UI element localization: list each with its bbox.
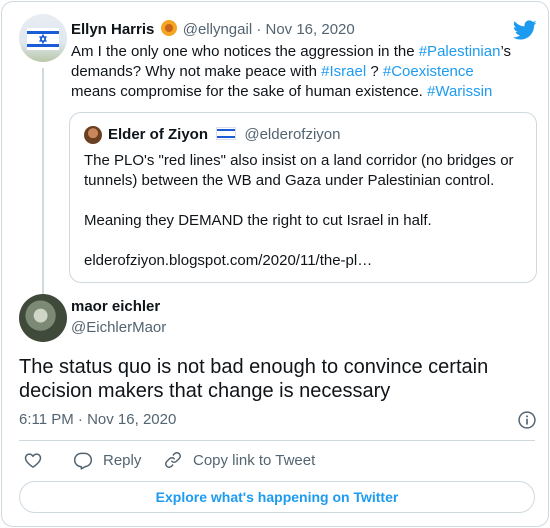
quoted-avatar[interactable] — [84, 126, 102, 144]
hashtag-palestinian[interactable]: #Palestinian — [419, 43, 501, 60]
explore-button[interactable]: Explore what's happening on Twitter — [19, 481, 535, 513]
tweet-date: Nov 16, 2020 — [87, 411, 177, 428]
avatar[interactable] — [19, 14, 67, 62]
hashtag-israel[interactable]: #Israel — [321, 63, 366, 80]
reply-icon — [73, 452, 93, 470]
twitter-bird-icon[interactable] — [513, 18, 537, 42]
author-handle[interactable]: @ellyngail — [183, 21, 252, 38]
reply-label: Reply — [103, 451, 142, 469]
hashtag-warissin[interactable]: #Warissin — [427, 83, 492, 100]
quoted-author-name: Elder of Ziyon — [108, 126, 209, 143]
like-button[interactable] — [23, 450, 43, 470]
text-segment: Am I the only one who notices the aggres… — [71, 43, 419, 60]
author-handle[interactable]: @EichlerMaor — [71, 319, 166, 336]
link-icon — [165, 452, 181, 468]
author-name[interactable]: Ellyn Harris — [71, 21, 154, 38]
hashtag-coexistence[interactable]: #Coexistence — [383, 63, 474, 80]
separator: · — [77, 411, 83, 428]
avatar[interactable] — [19, 294, 67, 342]
heart-icon — [24, 453, 42, 468]
copy-link-button[interactable]: Copy link to Tweet — [163, 450, 315, 470]
quoted-text: The PLO's "red lines" also insist on a l… — [84, 151, 524, 271]
israel-flag-avatar-icon — [27, 28, 59, 50]
tweet-date[interactable]: Nov 16, 2020 — [266, 21, 355, 38]
copy-link-label: Copy link to Tweet — [193, 451, 316, 469]
tweet-timestamp[interactable]: 6:11 PM · Nov 16, 2020 — [19, 411, 176, 428]
tweet-text: Am I the only one who notices the aggres… — [71, 42, 521, 102]
quoted-tweet[interactable]: Elder of Ziyon @elderofziyon The PLO's "… — [69, 112, 537, 283]
quoted-author-handle: @elderofziyon — [244, 126, 341, 143]
quoted-paragraph: Meaning they DEMAND the right to cut Isr… — [84, 212, 432, 229]
embedded-tweet-card: Ellyn Harris @ellyngail · Nov 16, 2020 A… — [1, 1, 549, 527]
text-segment: ? — [366, 63, 383, 80]
quoted-paragraph: The PLO's "red lines" also insist on a l… — [84, 152, 514, 189]
divider — [19, 440, 535, 441]
quoted-link: elderofziyon.blogspot.com/2020/11/the-pl… — [84, 252, 373, 269]
tweet-time: 6:11 PM — [19, 411, 74, 428]
thread-line — [42, 68, 44, 294]
info-icon[interactable] — [517, 410, 537, 430]
author-name[interactable]: maor eichler — [71, 298, 160, 315]
text-segment: means compromise for the sake of human e… — [71, 83, 428, 100]
tweet-header: Ellyn Harris @ellyngail · Nov 16, 2020 — [71, 20, 355, 38]
reply-button[interactable]: Reply — [73, 450, 141, 470]
quoted-header: Elder of Ziyon @elderofziyon — [108, 126, 340, 143]
lion-emoji-icon — [160, 20, 177, 36]
israel-flag-emoji-icon — [216, 127, 237, 140]
tweet-text: The status quo is not bad enough to conv… — [19, 356, 489, 402]
separator: · — [256, 21, 262, 38]
